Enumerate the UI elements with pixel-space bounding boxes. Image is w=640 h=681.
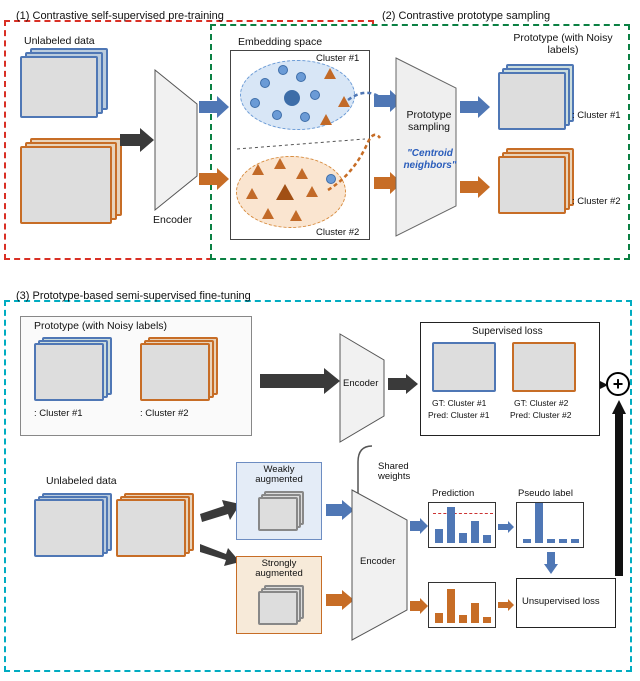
plus-icon: + xyxy=(606,372,630,396)
cluster1-label: Cluster #1 xyxy=(316,53,359,64)
encoder-s3-top xyxy=(340,334,384,447)
arrow-pred-to-pseudo xyxy=(498,520,514,538)
arrow-orange-to-unsup xyxy=(498,598,514,616)
proto-c2-out: : Cluster #2 xyxy=(572,196,621,207)
c1-pt xyxy=(260,78,270,88)
c2-tri xyxy=(252,164,264,175)
prediction-label: Prediction xyxy=(432,488,474,499)
section-2-title: (2) Contrastive prototype sampling xyxy=(382,10,550,22)
arrow-enc-to-pred-orange xyxy=(410,598,428,619)
arrow-to-proto-blue xyxy=(460,96,490,123)
c2-centroid xyxy=(276,184,294,200)
arrow-enc-to-pred-blue xyxy=(410,518,428,539)
embedding-label: Embedding space xyxy=(238,36,322,48)
c1-tri3 xyxy=(320,114,332,125)
strongly-label: Strongly augmented xyxy=(246,559,312,580)
unsupervised-loss-label: Unsupervised loss xyxy=(522,596,600,607)
c1-pt xyxy=(296,72,306,82)
c1-pt xyxy=(310,90,320,100)
c2-tri xyxy=(246,188,258,199)
section-3-title: (3) Prototype-based semi-supervised fine… xyxy=(16,290,251,302)
proto-c1-out: : Cluster #1 xyxy=(572,110,621,121)
prediction-blue-chart xyxy=(428,502,496,548)
gt1-label: GT: Cluster #1 xyxy=(432,398,486,408)
c2-tri xyxy=(296,168,308,179)
gt2-label: GT: Cluster #2 xyxy=(514,398,568,408)
proto-noisy-c1: : Cluster #1 xyxy=(34,408,83,419)
arrow-unsup-up xyxy=(612,400,626,581)
c2-tri xyxy=(306,186,318,197)
pseudo-label: Pseudo label xyxy=(518,488,573,499)
encoder-s3-top-label: Encoder xyxy=(343,378,378,389)
arrow-encoder-blue xyxy=(199,96,229,123)
unlabeled-label-bottom: Unlabeled data xyxy=(46,475,117,487)
arrow-strong-to-enc xyxy=(326,590,354,615)
arrow-proto-to-enc xyxy=(260,368,340,399)
shared-weights-label: Shared weights xyxy=(378,462,422,483)
encoder-s3-bottom-label: Encoder xyxy=(360,556,395,567)
plus-glyph: + xyxy=(613,374,624,395)
c1-pt xyxy=(300,112,310,122)
c1-tri1 xyxy=(324,68,336,79)
pred2-label: Pred: Cluster #2 xyxy=(510,410,571,420)
supervised-loss-label: Supervised loss xyxy=(472,326,543,337)
c2-tri xyxy=(274,158,286,169)
pred1-label: Pred: Cluster #1 xyxy=(428,410,489,420)
unlabeled-label: Unlabeled data xyxy=(24,35,95,47)
encoder-top xyxy=(155,70,197,215)
c1-centroid xyxy=(284,90,300,106)
arrow-encoder-orange xyxy=(199,168,229,195)
c1-pt xyxy=(278,65,288,75)
cluster2-label: Cluster #2 xyxy=(316,227,359,238)
c2-tri xyxy=(290,210,302,221)
weakly-label: Weakly augmented xyxy=(248,465,310,486)
proto-sampling-label: Prototype sampling xyxy=(404,110,454,133)
encoder-s3-bottom xyxy=(352,490,407,645)
encoder-label-top: Encoder xyxy=(153,214,192,226)
arrow-unlabeled-to-encoder xyxy=(120,128,154,157)
arrow-weak-to-enc xyxy=(326,500,354,525)
centroid-neighbors-label: "Centroid neighbors" xyxy=(400,148,460,171)
proto-noisy-c2: : Cluster #2 xyxy=(140,408,189,419)
proto-noisy-label: Prototype (with Noisy labels) xyxy=(34,320,167,332)
prediction-orange-chart xyxy=(428,582,496,628)
prototype-label: Prototype (with Noisy labels) xyxy=(508,32,618,56)
section-1-title: (1) Contrastive self-supervised pre-trai… xyxy=(16,10,224,22)
c1-pt xyxy=(250,98,260,108)
c2-tri xyxy=(262,208,274,219)
arrow-sup-right xyxy=(600,378,608,396)
arrow-pseudo-down xyxy=(544,552,558,579)
arrow-to-weak xyxy=(200,500,240,527)
arrow-to-proto-orange xyxy=(460,176,490,203)
arrow-enc-to-suploss xyxy=(388,374,418,399)
pseudo-blue-chart xyxy=(516,502,584,548)
arrow-to-strong xyxy=(200,540,240,573)
c1-pt xyxy=(272,110,282,120)
